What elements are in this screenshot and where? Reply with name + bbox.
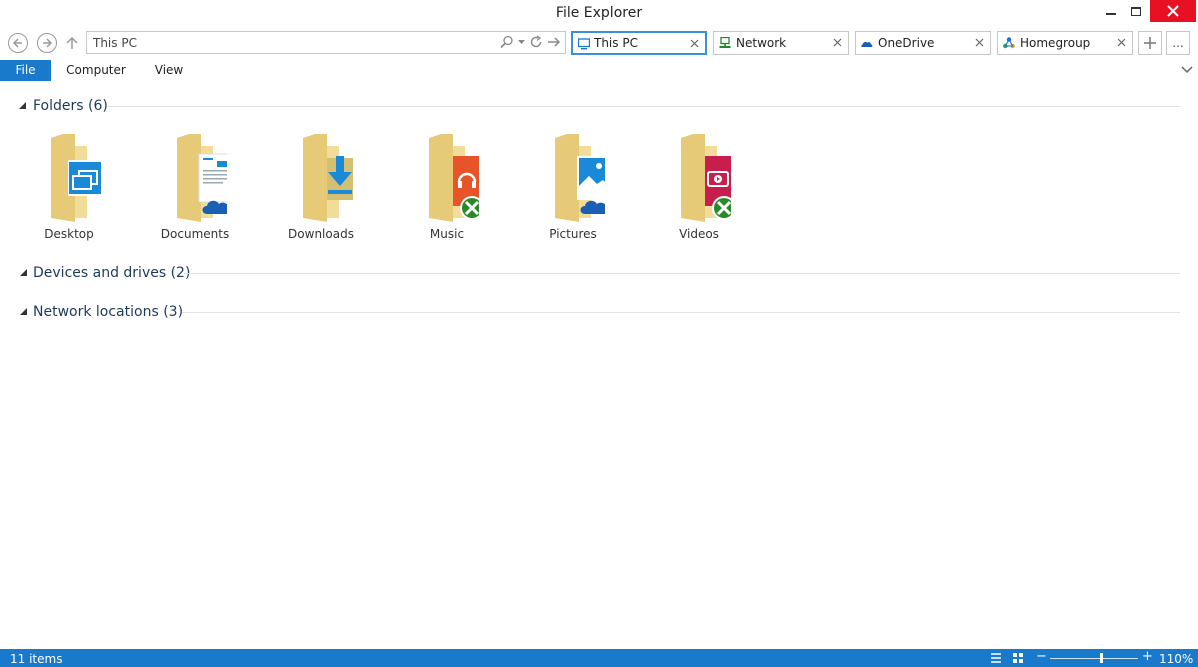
- window-title: File Explorer: [555, 5, 643, 21]
- file-explorer-window: File Explorer This PC This PC Network On…: [0, 0, 1198, 667]
- tab-label: This PC: [594, 36, 638, 50]
- pictures-folder-icon: [555, 134, 605, 222]
- folder-downloads[interactable]: Downloads: [271, 130, 371, 246]
- up-button[interactable]: [64, 33, 80, 53]
- folder-label: Desktop: [44, 227, 94, 241]
- minimize-icon: [1106, 13, 1116, 15]
- status-bar: 11 items − + 110%: [0, 649, 1198, 667]
- ribbon: File Computer View: [0, 60, 1198, 82]
- folder-documents[interactable]: Documents: [145, 130, 245, 246]
- minimize-button[interactable]: [1098, 0, 1124, 22]
- tab-label: Homegroup: [1020, 36, 1091, 50]
- ribbon-tab-file[interactable]: File: [0, 60, 51, 81]
- details-view-icon[interactable]: [990, 652, 1002, 664]
- zoom-out-button[interactable]: −: [1036, 649, 1047, 664]
- group-folders-header[interactable]: Folders (6): [18, 96, 108, 116]
- expanded-triangle-icon: [19, 102, 26, 109]
- collapsed-triangle-icon: [20, 308, 27, 315]
- search-icon[interactable]: [500, 35, 514, 49]
- folder-label: Videos: [679, 227, 719, 241]
- group-devices-label: Devices and drives (2): [33, 265, 191, 281]
- new-tab-button[interactable]: [1138, 31, 1162, 55]
- desktop-folder-icon: [51, 134, 101, 222]
- close-icon: [1167, 5, 1179, 17]
- folder-desktop[interactable]: Desktop: [19, 130, 119, 246]
- plus-icon: [1144, 37, 1156, 49]
- group-devices-header[interactable]: Devices and drives (2): [18, 263, 190, 283]
- group-divider: [184, 273, 1180, 274]
- tab-onedrive[interactable]: OneDrive: [855, 31, 991, 55]
- ribbon-expand-button[interactable]: [1180, 64, 1194, 76]
- network-icon: [719, 37, 731, 48]
- maximize-button[interactable]: [1124, 0, 1148, 22]
- chevron-down-icon: [1181, 66, 1193, 74]
- chevron-down-icon[interactable]: [518, 39, 525, 45]
- address-path: This PC: [93, 36, 137, 50]
- large-icons-view-icon[interactable]: [1012, 652, 1024, 664]
- up-arrow-icon: [66, 36, 78, 49]
- group-divider: [108, 106, 1180, 107]
- downloads-folder-icon: [303, 134, 353, 222]
- close-icon: [690, 39, 698, 47]
- maximize-icon: [1131, 6, 1141, 16]
- zoom-slider[interactable]: [1050, 658, 1138, 659]
- ribbon-tab-view[interactable]: View: [146, 60, 192, 81]
- refresh-icon[interactable]: [529, 35, 543, 49]
- back-arrow-icon: [12, 38, 22, 48]
- zoom-slider-thumb[interactable]: [1100, 653, 1103, 663]
- onedrive-icon: [861, 41, 873, 47]
- close-icon: [833, 38, 841, 46]
- tab-close-button[interactable]: [972, 35, 986, 49]
- back-button[interactable]: [8, 33, 28, 53]
- close-icon: [1117, 38, 1125, 46]
- tab-label: OneDrive: [878, 36, 935, 50]
- folder-label: Music: [429, 227, 465, 241]
- go-arrow-icon[interactable]: [547, 35, 561, 49]
- homegroup-icon: [1003, 37, 1015, 49]
- folder-label: Pictures: [549, 227, 597, 241]
- monitor-icon: [578, 38, 590, 50]
- group-network-header[interactable]: Network locations (3): [18, 302, 183, 322]
- folder-music[interactable]: Music: [397, 130, 497, 246]
- address-bar[interactable]: This PC: [86, 31, 566, 54]
- folder-pictures[interactable]: Pictures: [523, 130, 623, 246]
- tab-close-button[interactable]: [830, 35, 844, 49]
- forward-button[interactable]: [37, 33, 57, 53]
- zoom-in-button[interactable]: +: [1142, 649, 1153, 664]
- folder-label: Downloads: [288, 227, 354, 241]
- collapsed-triangle-icon: [20, 269, 27, 276]
- group-folders-label: Folders (6): [33, 98, 108, 114]
- close-button[interactable]: [1150, 0, 1196, 22]
- title-bar: File Explorer: [0, 0, 1198, 28]
- group-network-label: Network locations (3): [33, 304, 184, 320]
- tab-close-button[interactable]: [1114, 35, 1128, 49]
- zoom-level: 110%: [1159, 652, 1194, 666]
- more-tabs-button[interactable]: ...: [1166, 31, 1190, 55]
- tab-close-button[interactable]: [687, 36, 701, 50]
- tab-network[interactable]: Network: [713, 31, 849, 55]
- videos-folder-icon: [681, 134, 731, 222]
- group-divider: [182, 312, 1180, 313]
- close-icon: [975, 38, 983, 46]
- ribbon-tab-computer[interactable]: Computer: [60, 60, 132, 81]
- forward-arrow-icon: [43, 38, 53, 48]
- tab-this-pc[interactable]: This PC: [571, 31, 707, 55]
- folder-videos[interactable]: Videos: [649, 130, 749, 246]
- documents-folder-icon: [177, 134, 227, 222]
- tab-label: Network: [736, 36, 787, 50]
- music-folder-icon: [429, 134, 479, 222]
- folder-label: Documents: [160, 227, 230, 241]
- item-count: 11 items: [10, 652, 63, 666]
- tab-homegroup[interactable]: Homegroup: [997, 31, 1133, 55]
